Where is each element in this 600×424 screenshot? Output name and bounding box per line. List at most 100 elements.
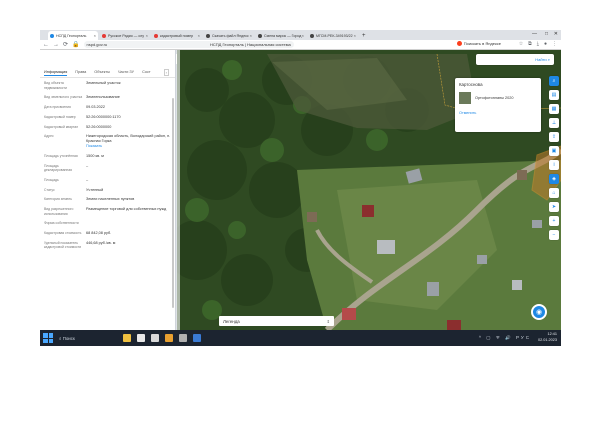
- assistant-button[interactable]: ◉: [531, 304, 547, 320]
- system-clock[interactable]: 12:41 02.01.2023: [538, 332, 557, 343]
- zoom-in-icon[interactable]: +: [549, 216, 559, 226]
- yandex-icon: [456, 41, 462, 46]
- property-row: Вид земельного участка Землепользование: [44, 95, 171, 100]
- property-value: 09.03.2022: [86, 105, 171, 110]
- tab-favicon: [258, 33, 262, 38]
- search-tool-icon[interactable]: ⌕: [549, 76, 559, 86]
- property-value-text: 09.03.2022: [86, 104, 106, 109]
- browser-tab-1[interactable]: НСПД Геопорталь ×: [48, 31, 98, 40]
- print-icon[interactable]: ▣: [549, 146, 559, 156]
- back-icon[interactable]: ←: [43, 42, 49, 48]
- basemap-option-label: Ортофотопланы 2020: [475, 96, 514, 100]
- taskbar-app-icon[interactable]: [179, 334, 187, 342]
- browser-tab-4[interactable]: Скачать файл Яндекс ×: [204, 31, 254, 40]
- close-icon[interactable]: ×: [354, 33, 356, 38]
- tab-label: Русское Радио — слу: [108, 33, 145, 38]
- show-address-link[interactable]: Показать: [86, 144, 102, 148]
- tab-parts[interactable]: Части ЗУ: [118, 70, 134, 75]
- yandex-search[interactable]: Поискать в Яндексе: [456, 41, 501, 46]
- forward-icon[interactable]: →: [53, 42, 59, 48]
- property-row: Площадь уточнённая 1500 кв. м: [44, 154, 171, 159]
- panel-header: [40, 50, 175, 68]
- property-value-text: Земли населенных пунктов: [86, 197, 135, 202]
- home-icon[interactable]: ⌂: [549, 188, 559, 198]
- property-label: Площадь декларированная: [44, 163, 72, 173]
- close-window-button[interactable]: ✕: [554, 31, 558, 37]
- property-value: 68 842,08 руб.: [86, 231, 171, 236]
- legend-label: Легенда: [223, 318, 240, 324]
- close-icon[interactable]: ×: [250, 33, 252, 38]
- property-value-text: Учтенный: [86, 187, 104, 192]
- property-row: Кадастровая стоимость 68 842,08 руб.: [44, 231, 171, 236]
- system-tray-icons[interactable]: ^ ▢ ᯤ 🔊 РУС: [479, 335, 531, 341]
- tab-status[interactable]: Сост: [142, 70, 151, 75]
- browser-tab-6[interactable]: МГСМ-РЕК-349193/22 ×: [308, 31, 358, 40]
- legend-bar[interactable]: Легенда ⇕: [219, 316, 334, 326]
- menu-icon[interactable]: ⋮: [552, 41, 557, 47]
- tab-label: кадастровый номер: [160, 33, 194, 38]
- tab-objects[interactable]: Объекты: [94, 70, 110, 75]
- close-icon[interactable]: ×: [94, 33, 96, 38]
- tab-favicon: [206, 33, 210, 38]
- property-label: Кадастровый квартал: [44, 124, 79, 129]
- tab-rights[interactable]: Права: [75, 70, 86, 75]
- extensions-icon[interactable]: ⧉: [528, 41, 532, 47]
- property-row: Дата присвоения 09.03.2022: [44, 105, 171, 110]
- property-label: Вид земельного участка: [44, 95, 83, 100]
- close-icon[interactable]: ×: [302, 33, 304, 38]
- property-label: Кадастровый номер: [44, 114, 76, 119]
- property-row: Вид разрешенного использования Размещение…: [44, 207, 171, 216]
- taskbar-app-icon[interactable]: [137, 334, 145, 342]
- chevron-right-icon[interactable]: ›: [163, 69, 169, 76]
- basemap-option[interactable]: Ортофотопланы 2020: [459, 92, 537, 104]
- taskbar-app-icon[interactable]: [151, 334, 159, 342]
- map-search-input[interactable]: Найти ⌕: [476, 54, 554, 65]
- measure-icon[interactable]: ⟂: [549, 118, 559, 128]
- minimize-button[interactable]: —: [532, 31, 537, 37]
- zoom-out-icon[interactable]: −: [549, 230, 559, 240]
- close-icon[interactable]: ×: [198, 33, 200, 38]
- panel-scrollbar[interactable]: [172, 98, 174, 308]
- property-label: Площадь уточнённая: [44, 153, 78, 158]
- property-row: Площадь декларированная –: [44, 164, 171, 173]
- reload-icon[interactable]: ⟳: [63, 41, 68, 48]
- property-row: Категория земель Земли населенных пунктов: [44, 197, 171, 202]
- taskbar-app-icon[interactable]: [165, 334, 173, 342]
- taskbar-app-icon[interactable]: [123, 334, 131, 342]
- tab-info[interactable]: Информация: [44, 70, 68, 76]
- property-label: Вид объекта недвижимости: [44, 81, 67, 90]
- browser-toolbar: ☆ ⧉ ⤓ ● ⋮: [519, 41, 557, 47]
- geolocation-icon[interactable]: ➤: [549, 202, 559, 212]
- browser-tab-2[interactable]: Русское Радио — слу ×: [100, 31, 150, 40]
- new-tab-button[interactable]: +: [360, 31, 368, 40]
- download-icon[interactable]: ⤓: [537, 41, 539, 47]
- windows-start-icon[interactable]: [43, 333, 53, 343]
- property-label: Вид разрешенного использования: [44, 207, 74, 216]
- basemap-thumbnail: [459, 92, 471, 104]
- share-icon[interactable]: ⇪: [549, 132, 559, 142]
- property-value-text: 1500 кв. м: [86, 153, 104, 158]
- panel-tabs: Информация Права Объекты Части ЗУ Сост ›: [40, 68, 175, 78]
- search-icon: ⌕: [547, 57, 550, 62]
- property-value-text: Землепользование: [86, 95, 120, 100]
- property-label: Статус: [44, 187, 55, 192]
- screen: НСПД Геопорталь × Русское Радио — слу × ка…: [40, 30, 561, 346]
- clock-date: 02.01.2023: [537, 337, 557, 342]
- property-row: Статус Учтенный: [44, 188, 171, 193]
- browser-tab-5[interactable]: Смена марок — Город ×: [256, 31, 306, 40]
- property-row: Удельный показатель кадастровой стоимост…: [44, 241, 171, 250]
- maximize-button[interactable]: □: [545, 31, 548, 37]
- taskbar-app-icon[interactable]: [193, 334, 201, 342]
- taskbar-search[interactable]: ⌕ Поиск: [59, 336, 113, 341]
- info-icon[interactable]: i: [549, 160, 559, 170]
- browser-tab-3[interactable]: кадастровый номер ×: [152, 31, 202, 40]
- layers-icon[interactable]: ▤: [549, 90, 559, 100]
- cadastre-icon[interactable]: ◈: [549, 174, 559, 184]
- close-icon[interactable]: ×: [146, 33, 148, 38]
- map-view[interactable]: Найти ⌕ Картоснова Ортофотопланы 2020 От…: [177, 50, 561, 330]
- star-icon[interactable]: ☆: [519, 41, 523, 47]
- basemap-icon[interactable]: ▦: [549, 104, 559, 114]
- profile-icon[interactable]: ●: [544, 41, 547, 47]
- property-value-text: 52:26:0000000:1170: [86, 114, 121, 119]
- basemap-cancel-link[interactable]: Отменить: [459, 111, 537, 115]
